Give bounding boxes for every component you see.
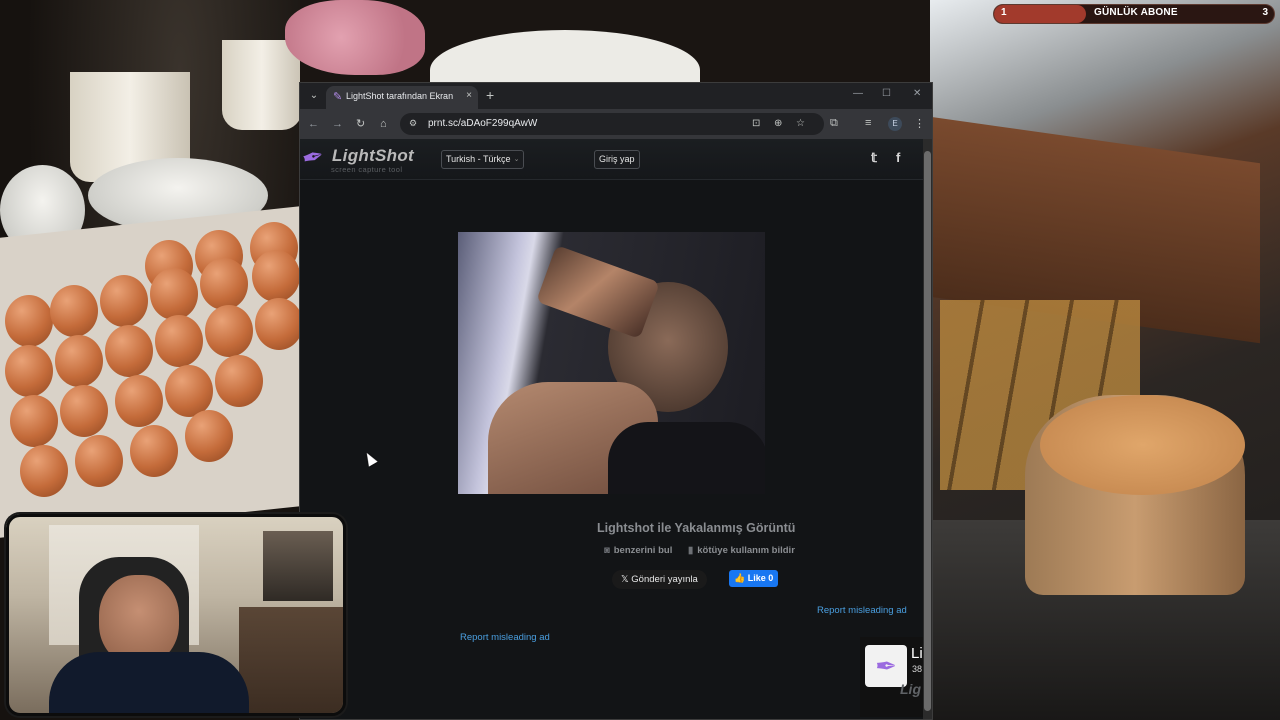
logo-subtitle: screen capture tool (331, 165, 403, 174)
lightshot-page: ✒ LightShot screen capture tool Turkish … (300, 139, 923, 719)
facebook-icon[interactable]: f (896, 151, 900, 165)
tab-lightshot[interactable]: ✎ LightShot tarafından Ekran Görüntüsü × (326, 86, 478, 109)
back-icon[interactable]: ← (308, 117, 319, 131)
profile-avatar[interactable]: E (888, 117, 902, 131)
egg (215, 355, 263, 407)
bookshelf (239, 607, 343, 713)
egg (105, 325, 153, 377)
address-bar[interactable]: ⚙ prnt.sc/aDAoF299qAwW ⊡ ⊕ ☆ (400, 113, 824, 135)
egg (205, 305, 253, 357)
thumbs-up-icon: 👍 (734, 573, 746, 583)
ad-brand: Lig (900, 681, 921, 697)
lightshot-feather-icon: ✎ (333, 91, 343, 103)
egg (75, 435, 123, 487)
egg (150, 268, 198, 320)
browser-toolbar: ← → ↻ ⌂ ⚙ prnt.sc/aDAoF299qAwW ⊡ ⊕ ☆ ⧉ ≡… (300, 109, 932, 139)
forward-icon[interactable]: → (332, 117, 343, 131)
subscriber-goal-bar: 1 GÜNLÜK ABONE 3 (993, 4, 1275, 24)
find-similar-link[interactable]: ◙ benzerini bul (604, 545, 672, 556)
ad-widget[interactable]: ✒ Li 38 Lig (860, 637, 923, 717)
report-misleading-ad-link[interactable]: Report misleading ad (460, 632, 550, 643)
person-shirt (608, 422, 765, 494)
ad-title: Li (911, 645, 923, 662)
tweet-label: Gönderi yayınla (631, 574, 698, 585)
paper-cup-opening (1040, 395, 1245, 495)
site-logo[interactable]: LightShot (332, 146, 414, 166)
picture-in-picture (263, 531, 333, 601)
egg (155, 315, 203, 367)
screenshot-caption: Lightshot ile Yakalanmış Görüntü (597, 521, 796, 535)
trash-icon: ▮ (688, 545, 694, 556)
chevron-down-icon: ⌄ (513, 156, 520, 163)
egg (20, 445, 68, 497)
home-icon[interactable]: ⌂ (380, 117, 387, 131)
goal-progress-fill (994, 5, 1087, 23)
raw-meat (285, 0, 425, 75)
egg (130, 425, 178, 477)
egg (185, 410, 233, 462)
find-similar-label: benzerini bul (613, 545, 673, 556)
site-info-icon[interactable]: ⚙ (409, 118, 417, 129)
egg (10, 395, 58, 447)
paper-cup (222, 40, 300, 130)
camera-icon: ◙ (604, 545, 610, 556)
x-icon: 𝕏 (621, 574, 629, 585)
goal-label: GÜNLÜK ABONE (1094, 7, 1178, 18)
site-header: ✒ LightShot screen capture tool Turkish … (300, 139, 923, 180)
egg (50, 285, 98, 337)
streamer-body (49, 652, 249, 713)
language-value: Turkish - Türkçe (446, 154, 511, 164)
new-tab-icon[interactable]: + (486, 88, 494, 102)
screenshot-image[interactable] (458, 232, 765, 494)
goal-max: 3 (1262, 7, 1268, 18)
url-text[interactable]: prnt.sc/aDAoF299qAwW (428, 118, 537, 129)
tab-strip: ⌄ ✎ LightShot tarafından Ekran Görüntüsü… (300, 83, 932, 109)
bottle (536, 244, 660, 340)
extensions-icon[interactable]: ⧉ (830, 117, 838, 130)
reload-icon[interactable]: ↻ (356, 117, 365, 131)
tab-close-icon[interactable]: × (466, 90, 472, 101)
lightshot-logo-icon[interactable]: ✒ (300, 140, 327, 175)
egg (115, 375, 163, 427)
minimize-icon[interactable]: — (853, 88, 863, 99)
egg (252, 250, 300, 302)
egg (5, 295, 53, 347)
goal-current: 1 (1001, 7, 1007, 18)
tweet-button[interactable]: 𝕏 Gönderi yayınla (612, 570, 707, 589)
report-abuse-link[interactable]: ▮ kötüye kullanım bildir (688, 545, 795, 556)
language-select[interactable]: Turkish - Türkçe ⌄ (441, 150, 524, 169)
maximize-icon[interactable]: ☐ (882, 88, 891, 99)
like-label: Like 0 (747, 573, 774, 583)
egg (100, 275, 148, 327)
egg (255, 298, 300, 350)
tab-title: LightShot tarafından Ekran Görüntüsü (346, 91, 454, 101)
facebook-like-button[interactable]: 👍 Like 0 (729, 570, 779, 587)
stream-background-right (930, 0, 1280, 720)
media-control-icon[interactable]: ≡ (865, 117, 871, 129)
egg (200, 258, 248, 310)
install-app-icon[interactable]: ⊡ (752, 118, 760, 129)
close-window-icon[interactable]: ✕ (913, 88, 921, 99)
zoom-icon[interactable]: ⊕ (774, 118, 782, 129)
report-abuse-label: kötüye kullanım bildir (697, 545, 795, 556)
webcam-overlay (6, 514, 346, 716)
tab-search-icon[interactable]: ⌄ (306, 88, 322, 104)
egg (55, 335, 103, 387)
egg (5, 345, 53, 397)
report-misleading-ad-link[interactable]: Report misleading ad (817, 605, 907, 616)
ad-count: 38 (912, 664, 923, 674)
bookmark-star-icon[interactable]: ☆ (796, 118, 805, 129)
browser-window: ⌄ ✎ LightShot tarafından Ekran Görüntüsü… (299, 82, 933, 720)
login-button[interactable]: Giriş yap (594, 150, 640, 169)
twitter-icon[interactable]: 𝕥 (871, 151, 877, 165)
menu-icon[interactable]: ⋮ (914, 117, 925, 130)
scrollbar-thumb[interactable] (924, 151, 931, 711)
egg (60, 385, 108, 437)
page-scrollbar[interactable] (923, 139, 932, 719)
